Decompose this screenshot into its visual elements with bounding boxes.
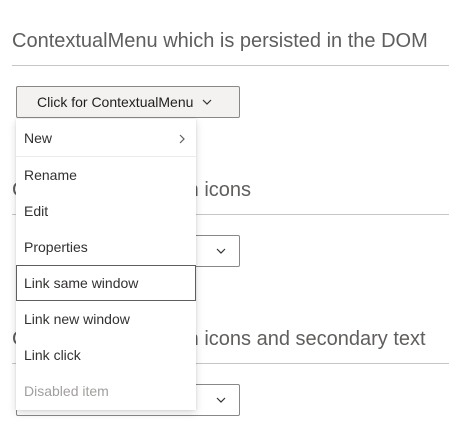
menu-item-label: New — [24, 130, 53, 146]
page: ContextualMenu which is persisted in the… — [0, 0, 449, 430]
menu-item-label: Link click — [24, 347, 81, 363]
section-divider — [12, 65, 449, 66]
chevron-down-icon — [215, 394, 227, 406]
section-title: ContextualMenu which is persisted in the… — [12, 30, 428, 52]
contextual-menu: New Rename Edit Properties Link same win… — [16, 119, 196, 410]
menu-item-new[interactable]: New — [16, 120, 196, 156]
menu-item-link-same-window[interactable]: Link same window — [16, 265, 196, 301]
menu-item-label: Properties — [24, 239, 88, 255]
menu-item-label: Rename — [24, 167, 77, 183]
chevron-down-icon — [215, 245, 227, 257]
chevron-right-icon — [176, 132, 188, 144]
menu-item-label: Link new window — [24, 311, 130, 327]
menu-item-edit[interactable]: Edit — [16, 193, 196, 229]
button-label: Click for ContextualMenu — [37, 94, 194, 110]
menu-item-link-click[interactable]: Link click — [16, 337, 196, 373]
menu-item-properties[interactable]: Properties — [16, 229, 196, 265]
menu-item-label: Edit — [24, 203, 49, 219]
contextual-menu-button[interactable]: Click for ContextualMenu — [16, 86, 240, 118]
menu-item-link-new-window[interactable]: Link new window — [16, 301, 196, 337]
menu-item-label: Link same window — [24, 275, 139, 291]
menu-item-label: Disabled item — [24, 383, 109, 399]
section-persisted: ContextualMenu which is persisted in the… — [12, 27, 449, 66]
menu-item-disabled: Disabled item — [16, 373, 196, 409]
chevron-down-icon — [201, 96, 213, 108]
menu-item-rename[interactable]: Rename — [16, 157, 196, 193]
